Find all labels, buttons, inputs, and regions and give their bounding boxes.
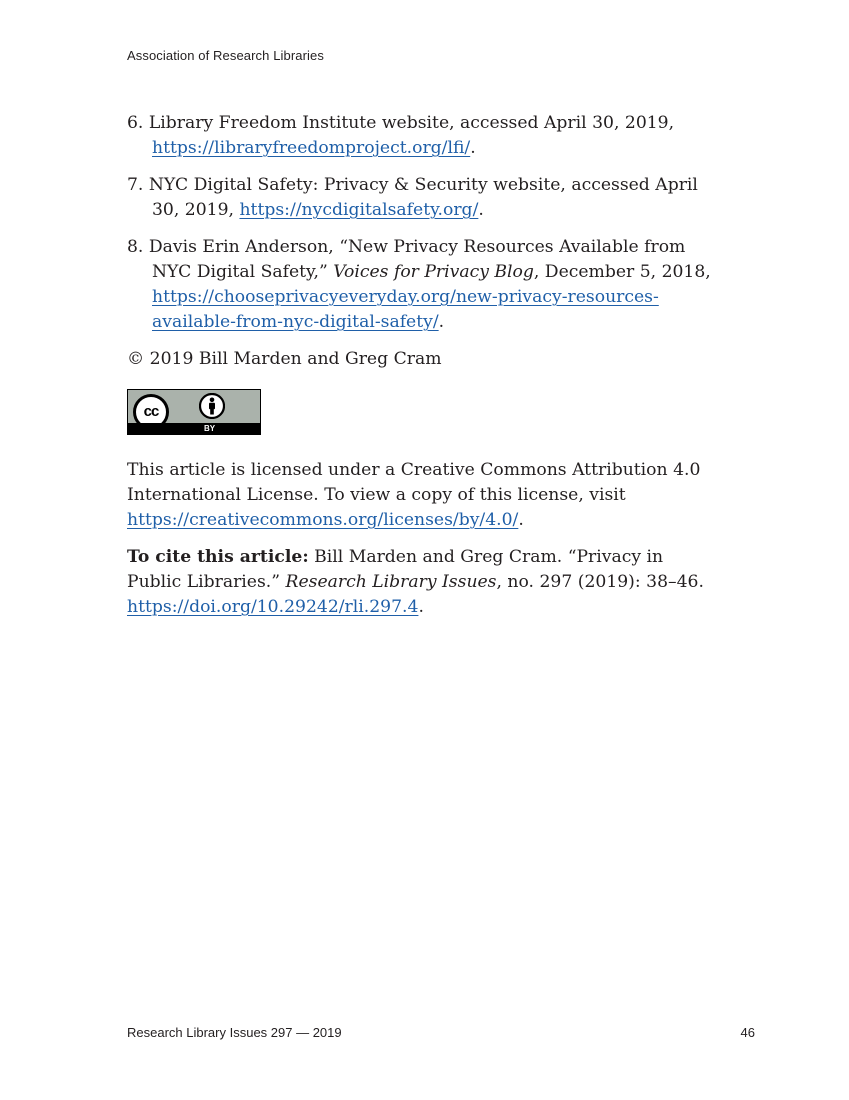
badge-bar bbox=[128, 423, 260, 434]
endnote-text: Library Freedom Institute website, acces… bbox=[148, 113, 675, 133]
running-footer: Research Library Issues 297 — 2019 bbox=[127, 1025, 342, 1040]
endnote-punct: . bbox=[470, 138, 476, 158]
citation: To cite this article: Bill Marden and Gr… bbox=[127, 545, 717, 620]
endnote-8: 8. Davis Erin Anderson, “New Privacy Res… bbox=[127, 235, 717, 335]
license-punct: . bbox=[518, 510, 524, 530]
endnote-link[interactable]: https://chooseprivacyeveryday.org/new-pr… bbox=[152, 287, 659, 332]
license-link[interactable]: https://creativecommons.org/licenses/by/… bbox=[127, 510, 518, 530]
license-statement: This article is licensed under a Creativ… bbox=[127, 458, 717, 533]
endnote-number: 8. bbox=[127, 237, 144, 257]
cc-by-license-badge[interactable]: cc BY bbox=[127, 389, 261, 435]
running-header: Association of Research Libraries bbox=[127, 48, 324, 63]
endnote-7: 7. NYC Digital Safety: Privacy & Securit… bbox=[127, 173, 717, 223]
attribution-person-icon bbox=[199, 393, 225, 419]
endnote-text: , December 5, 2018, bbox=[533, 262, 711, 282]
endnote-link[interactable]: https://libraryfreedomproject.org/lfi/ bbox=[152, 138, 470, 158]
endnote-punct: . bbox=[478, 200, 484, 220]
page-number: 46 bbox=[740, 1025, 755, 1040]
endnote-6: 6. Library Freedom Institute website, ac… bbox=[127, 111, 717, 161]
endnote-link[interactable]: https://nycdigitalsafety.org/ bbox=[239, 200, 478, 220]
badge-by-label: BY bbox=[204, 424, 216, 433]
journal-title: Research Library Issues bbox=[285, 572, 497, 592]
endnote-number: 6. bbox=[127, 113, 144, 133]
blog-title: Voices for Privacy Blog bbox=[333, 262, 534, 282]
citation-text: , no. 297 (2019): 38–46. bbox=[496, 572, 704, 592]
article-body: 6. Library Freedom Institute website, ac… bbox=[127, 111, 717, 632]
endnote-number: 7. bbox=[127, 175, 144, 195]
citation-punct: . bbox=[418, 597, 424, 617]
license-text: This article is licensed under a Creativ… bbox=[127, 460, 701, 505]
doi-link[interactable]: https://doi.org/10.29242/rli.297.4 bbox=[127, 597, 418, 617]
endnote-punct: . bbox=[438, 312, 445, 332]
copyright-notice: © 2019 Bill Marden and Greg Cram bbox=[127, 349, 442, 369]
citation-label: To cite this article: bbox=[127, 547, 309, 567]
